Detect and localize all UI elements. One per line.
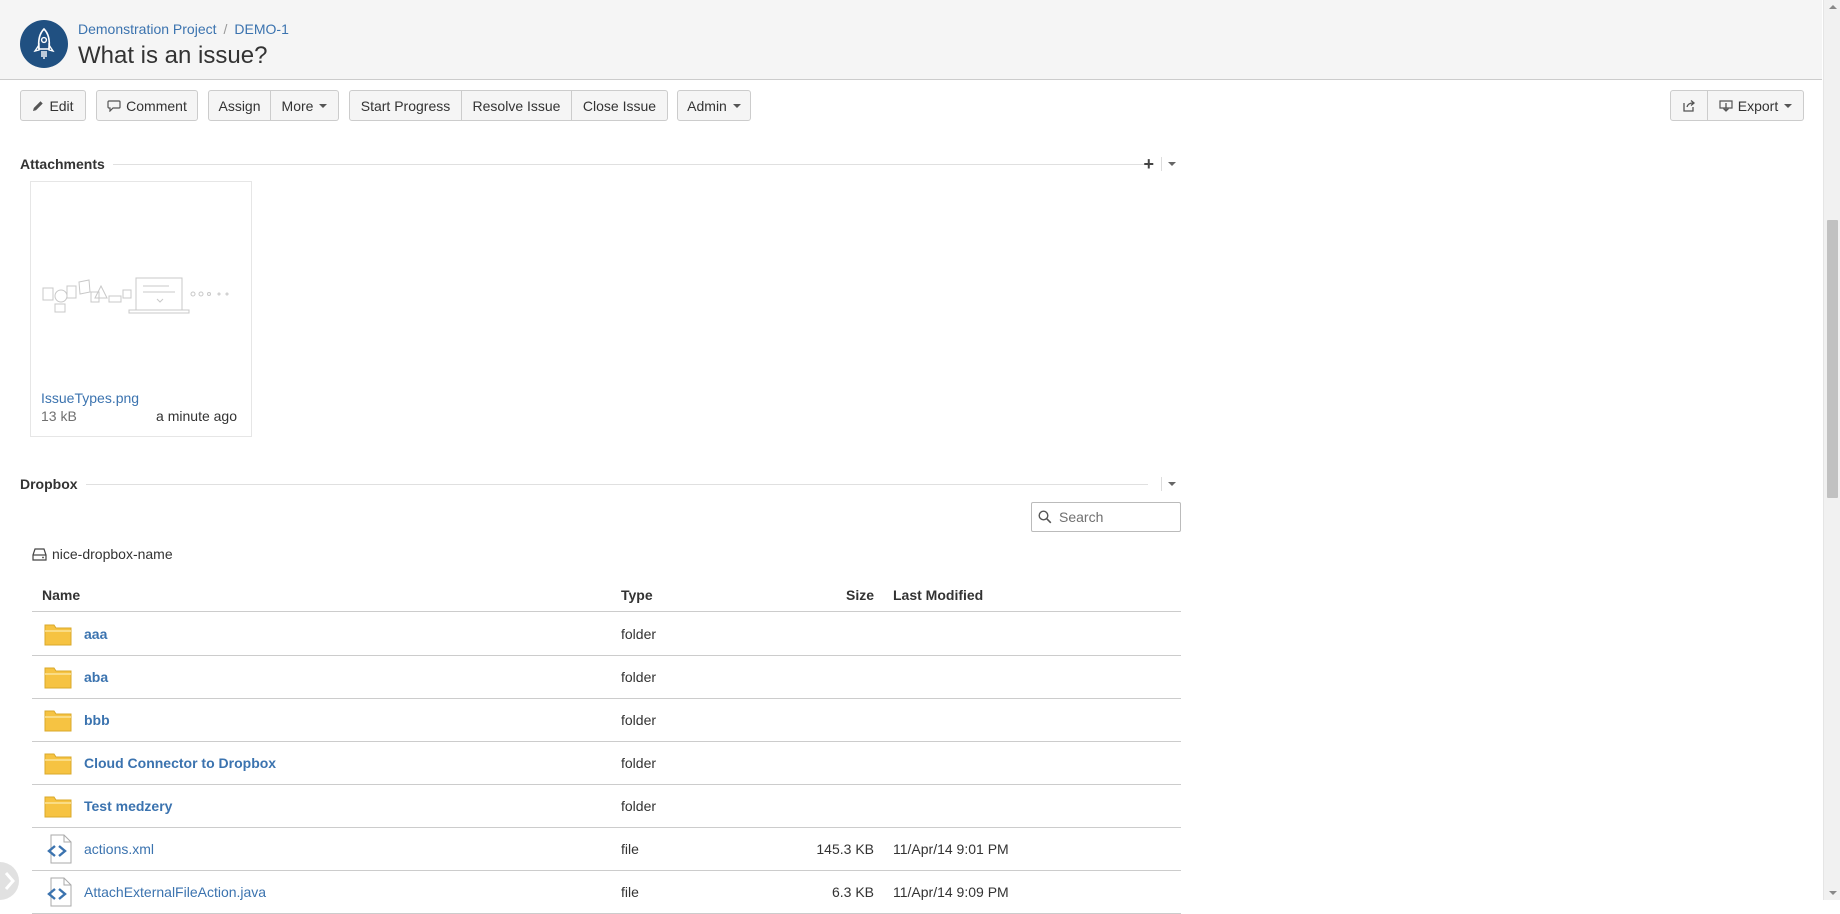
attachments-heading: Attachments: [20, 154, 113, 174]
file-name-link[interactable]: aba: [84, 669, 108, 685]
share-icon: [1682, 99, 1696, 112]
column-header-size[interactable]: Size: [846, 587, 874, 603]
hard-drive-icon: [32, 547, 47, 561]
divider: [1161, 477, 1162, 491]
assign-button[interactable]: Assign: [208, 90, 271, 121]
table-row[interactable]: AttachExternalFileAction.java file 6.3 K…: [32, 871, 1181, 914]
file-size: 145.3 KB: [816, 841, 874, 857]
chevron-down-icon: [1784, 103, 1793, 108]
resolve-issue-label: Resolve Issue: [472, 97, 561, 114]
page-scrollbar[interactable]: [1823, 0, 1840, 900]
sidebar-expand-toggle[interactable]: [0, 862, 26, 900]
edit-button[interactable]: Edit: [20, 90, 86, 121]
search-icon: [1038, 510, 1052, 528]
chevron-down-icon: [319, 103, 328, 108]
page-title: What is an issue?: [78, 42, 268, 69]
breadcrumb-project-link[interactable]: Demonstration Project: [78, 21, 217, 37]
file-last-modified: 11/Apr/14 9:09 PM: [893, 884, 1009, 900]
breadcrumb-issue-key-link[interactable]: DEMO-1: [234, 21, 288, 37]
scroll-up-arrow-icon[interactable]: [1829, 5, 1837, 9]
code-file-icon: [46, 877, 72, 911]
file-type: folder: [621, 626, 657, 642]
file-type: folder: [621, 755, 657, 771]
file-name-link[interactable]: actions.xml: [84, 841, 154, 857]
export-dropdown-button[interactable]: Export: [1708, 90, 1804, 121]
issue-header: Demonstration Project / DEMO-1 What is an …: [0, 0, 1822, 80]
resolve-issue-button[interactable]: Resolve Issue: [462, 90, 572, 121]
dropbox-module-header: Dropbox: [20, 474, 1180, 494]
attachment-card[interactable]: IssueTypes.png 13 kB a minute ago: [30, 181, 252, 437]
column-header-type[interactable]: Type: [621, 587, 653, 603]
column-header-name[interactable]: Name: [42, 587, 80, 603]
close-issue-label: Close Issue: [582, 97, 657, 114]
folder-icon: [44, 751, 72, 779]
table-header-row: Name Type Size Last Modified: [32, 582, 1181, 612]
close-issue-button[interactable]: Close Issue: [572, 90, 668, 121]
dropbox-search-box: [1031, 502, 1181, 532]
file-name-link[interactable]: Test medzery: [84, 798, 172, 814]
rocket-icon: [33, 27, 55, 59]
code-file-icon: [46, 834, 72, 868]
attachments-module-header: Attachments +: [20, 154, 1180, 174]
dropbox-options-chevron-down-icon[interactable]: [1168, 482, 1176, 486]
file-type: folder: [621, 798, 657, 814]
column-header-last-modified[interactable]: Last Modified: [893, 587, 983, 603]
folder-icon: [44, 708, 72, 736]
file-name-link[interactable]: Cloud Connector to Dropbox: [84, 755, 276, 771]
table-row[interactable]: actions.xml file 145.3 KB 11/Apr/14 9:01…: [32, 828, 1181, 871]
assign-button-label: Assign: [218, 97, 261, 114]
add-attachment-plus-icon[interactable]: +: [1143, 154, 1154, 174]
attachment-options-chevron-down-icon[interactable]: [1168, 162, 1176, 166]
folder-icon: [44, 794, 72, 822]
table-row[interactable]: Test medzery folder: [32, 785, 1181, 828]
file-name-link[interactable]: bbb: [84, 712, 110, 728]
start-progress-label: Start Progress: [360, 97, 451, 114]
attachment-file-link[interactable]: IssueTypes.png: [41, 390, 139, 406]
share-button[interactable]: [1670, 90, 1708, 121]
file-name-link[interactable]: aaa: [84, 626, 107, 642]
file-type: file: [621, 884, 639, 900]
more-dropdown-button[interactable]: More: [271, 90, 339, 121]
dropbox-root-name: nice-dropbox-name: [52, 546, 173, 562]
chevron-right-icon: [0, 862, 19, 900]
divider: [20, 164, 1148, 165]
comment-button-label: Comment: [126, 97, 187, 114]
file-last-modified: 11/Apr/14 9:01 PM: [893, 841, 1009, 857]
comment-icon: [107, 99, 121, 112]
table-row[interactable]: Cloud Connector to Dropbox folder: [32, 742, 1181, 785]
export-button-label: Export: [1737, 97, 1779, 114]
folder-icon: [44, 622, 72, 650]
more-button-label: More: [281, 97, 314, 114]
table-row[interactable]: aba folder: [32, 656, 1181, 699]
dropbox-heading: Dropbox: [20, 474, 86, 494]
file-type: folder: [621, 712, 657, 728]
start-progress-button[interactable]: Start Progress: [349, 90, 462, 121]
download-icon: [1719, 99, 1733, 112]
scroll-down-arrow-icon[interactable]: [1829, 891, 1837, 895]
breadcrumb-separator: /: [223, 21, 228, 37]
file-type: file: [621, 841, 639, 857]
table-row[interactable]: aaa folder: [32, 613, 1181, 656]
scrollbar-thumb[interactable]: [1827, 220, 1838, 498]
dropbox-root-folder[interactable]: nice-dropbox-name: [32, 546, 173, 562]
file-name-link[interactable]: AttachExternalFileAction.java: [84, 884, 266, 900]
file-size: 6.3 KB: [831, 884, 874, 900]
breadcrumb: Demonstration Project / DEMO-1: [78, 21, 289, 37]
project-avatar[interactable]: [20, 20, 68, 68]
table-row[interactable]: bbb folder: [32, 699, 1181, 742]
comment-button[interactable]: Comment: [96, 90, 198, 121]
admin-button-label: Admin: [687, 97, 727, 114]
file-type: folder: [621, 669, 657, 685]
search-input[interactable]: [1057, 507, 1175, 527]
edit-button-label: Edit: [49, 97, 74, 114]
attachment-upload-time: a minute ago: [156, 408, 237, 424]
folder-icon: [44, 665, 72, 693]
attachment-thumbnail-image[interactable]: [41, 252, 241, 342]
attachment-file-size: 13 kB: [41, 408, 77, 424]
divider: [1161, 157, 1162, 171]
pencil-icon: [32, 100, 44, 112]
divider: [20, 484, 1148, 485]
admin-dropdown-button[interactable]: Admin: [677, 90, 751, 121]
chevron-down-icon: [732, 103, 741, 108]
